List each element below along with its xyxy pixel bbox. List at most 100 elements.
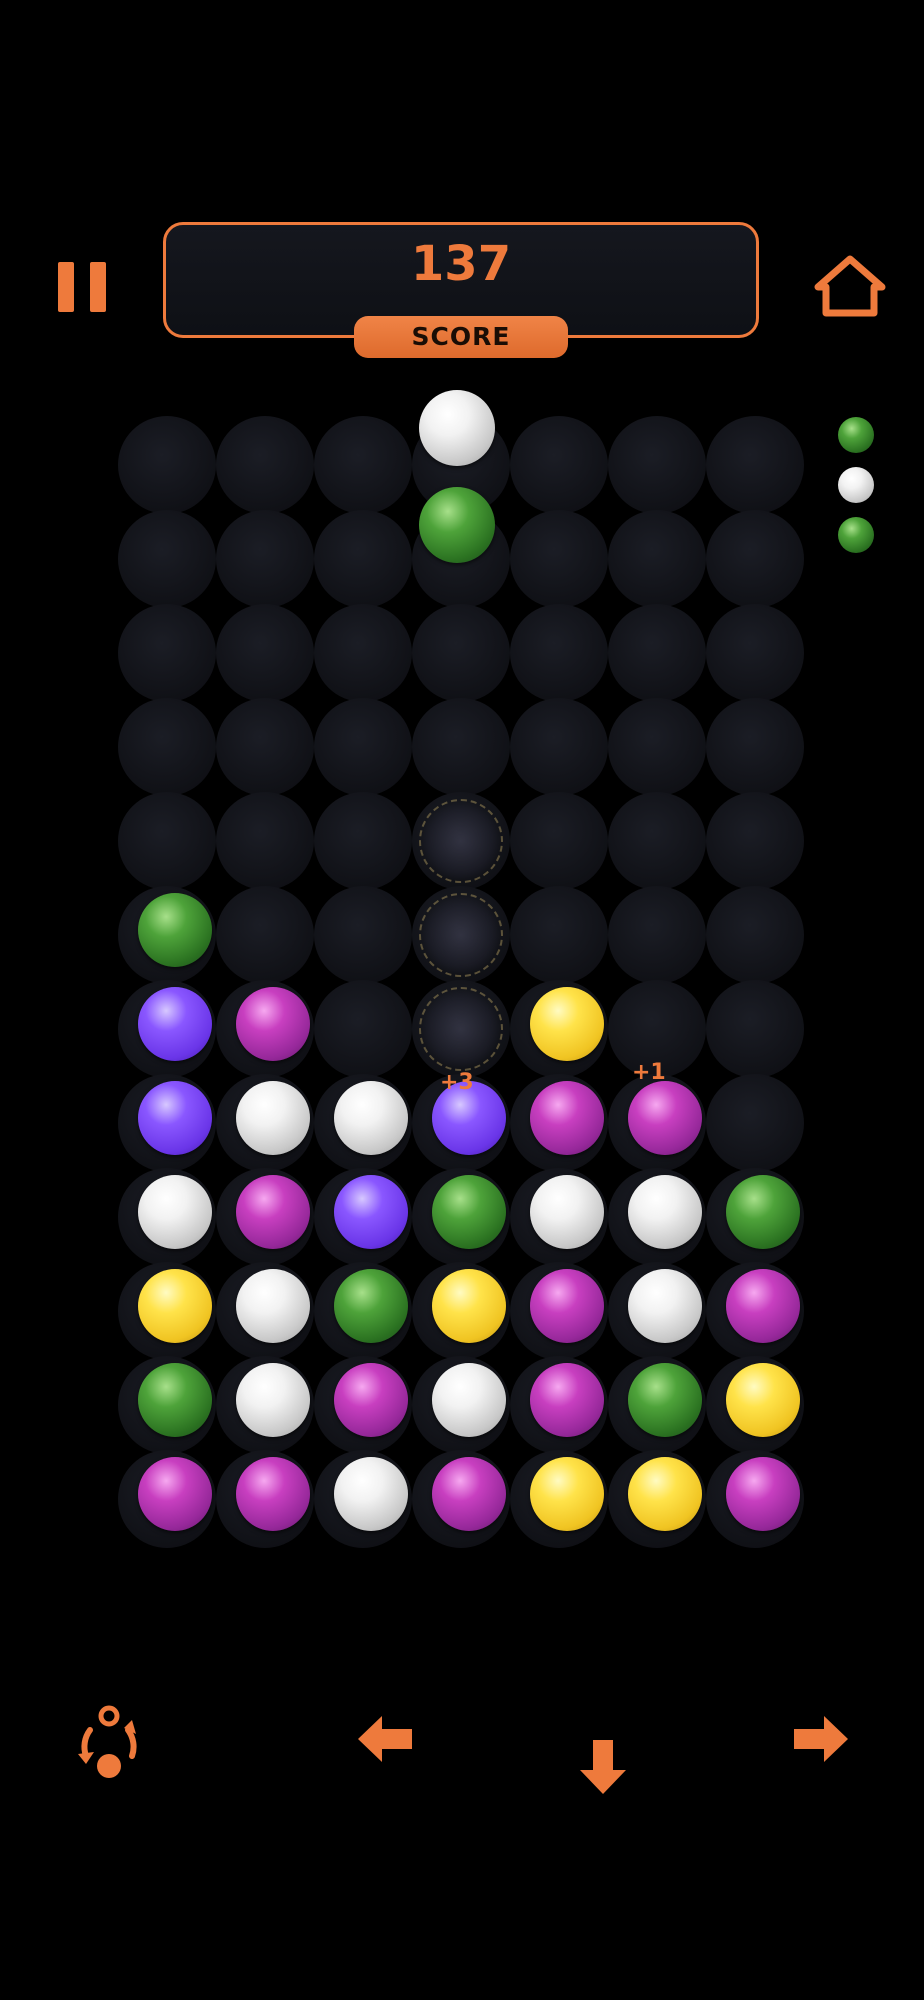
green-ball	[628, 1363, 702, 1437]
board-slot	[608, 416, 706, 514]
magenta-ball	[236, 987, 310, 1061]
next-white-ball	[838, 467, 874, 503]
next-green-ball	[838, 517, 874, 553]
board-slot	[510, 1356, 608, 1454]
board-slot	[608, 792, 706, 890]
board-slot	[216, 698, 314, 796]
board-slot	[608, 1074, 706, 1172]
board-slot	[216, 1168, 314, 1266]
falling-white-ball	[419, 390, 495, 466]
board-slot	[216, 1356, 314, 1454]
board-slot	[314, 1262, 412, 1360]
move-right-button[interactable]	[790, 1712, 852, 1766]
board-slot	[706, 792, 804, 890]
score-label: SCORE	[354, 316, 568, 358]
purple-ball	[138, 1081, 212, 1155]
pause-icon	[58, 262, 74, 312]
magenta-ball	[236, 1457, 310, 1531]
board-slot	[510, 1450, 608, 1548]
board-slot	[706, 1168, 804, 1266]
board-slot	[412, 1450, 510, 1548]
yellow-ball	[432, 1269, 506, 1343]
magenta-ball	[726, 1457, 800, 1531]
arrow-right-icon	[794, 1716, 848, 1762]
next-green-ball	[838, 417, 874, 453]
board-slot	[314, 1074, 412, 1172]
rotate-button[interactable]	[68, 1700, 150, 1780]
white-ball	[432, 1363, 506, 1437]
board-slot	[118, 792, 216, 890]
board-slot	[216, 510, 314, 608]
white-ball	[138, 1175, 212, 1249]
board-slot	[412, 1356, 510, 1454]
green-ball	[334, 1269, 408, 1343]
board-slot	[510, 792, 608, 890]
board-slot	[608, 1168, 706, 1266]
board-slot	[216, 416, 314, 514]
magenta-ball	[530, 1269, 604, 1343]
board-slot	[706, 1074, 804, 1172]
board-slot	[314, 1356, 412, 1454]
board-slot	[216, 792, 314, 890]
purple-ball	[334, 1175, 408, 1249]
home-button[interactable]	[814, 255, 886, 317]
magenta-ball	[236, 1175, 310, 1249]
board-slot	[510, 1168, 608, 1266]
board-slot	[412, 604, 510, 702]
board-slot	[510, 510, 608, 608]
board-slot	[412, 1168, 510, 1266]
board-slot	[510, 416, 608, 514]
board-slot	[118, 698, 216, 796]
move-left-button[interactable]	[354, 1712, 416, 1766]
green-ball	[138, 893, 212, 967]
drop-down-button[interactable]	[576, 1736, 630, 1798]
board-slot	[118, 886, 216, 984]
white-ball	[334, 1081, 408, 1155]
next-piece-preview	[836, 415, 876, 565]
board-slot	[216, 980, 314, 1078]
board-slot	[510, 980, 608, 1078]
board-slot	[608, 1356, 706, 1454]
purple-ball	[432, 1081, 506, 1155]
arrow-left-icon	[358, 1716, 412, 1762]
board-slot	[216, 886, 314, 984]
bonus-points-popup: +1	[632, 1060, 666, 1085]
board-slot	[314, 604, 412, 702]
board-slot	[118, 1074, 216, 1172]
arrow-down-icon	[580, 1740, 626, 1794]
board-slot	[314, 980, 412, 1078]
board-slot	[118, 980, 216, 1078]
pause-button[interactable]	[56, 262, 108, 312]
board-slot	[608, 886, 706, 984]
board-slot	[510, 604, 608, 702]
rotate-icon	[78, 1705, 137, 1778]
board-slot	[216, 1450, 314, 1548]
board-slot	[706, 1356, 804, 1454]
board-slot	[314, 416, 412, 514]
board-slot	[314, 510, 412, 608]
board-slot	[118, 510, 216, 608]
board-slot	[118, 1168, 216, 1266]
board-slot	[706, 1262, 804, 1360]
board-slot	[706, 604, 804, 702]
magenta-ball	[530, 1081, 604, 1155]
board-slot	[412, 792, 510, 890]
board-slot	[706, 1450, 804, 1548]
board-slot	[412, 886, 510, 984]
purple-ball	[138, 987, 212, 1061]
board-slot	[412, 980, 510, 1078]
green-ball	[138, 1363, 212, 1437]
board-slot	[412, 1262, 510, 1360]
board-slot	[216, 604, 314, 702]
board-slot	[706, 886, 804, 984]
clear-effect	[419, 987, 503, 1071]
board-slot	[314, 886, 412, 984]
board-slot	[118, 1262, 216, 1360]
board-slot	[412, 416, 510, 514]
board-slot	[412, 1074, 510, 1172]
yellow-ball	[138, 1269, 212, 1343]
magenta-ball	[334, 1363, 408, 1437]
magenta-ball	[530, 1363, 604, 1437]
magenta-ball	[138, 1457, 212, 1531]
white-ball	[236, 1269, 310, 1343]
